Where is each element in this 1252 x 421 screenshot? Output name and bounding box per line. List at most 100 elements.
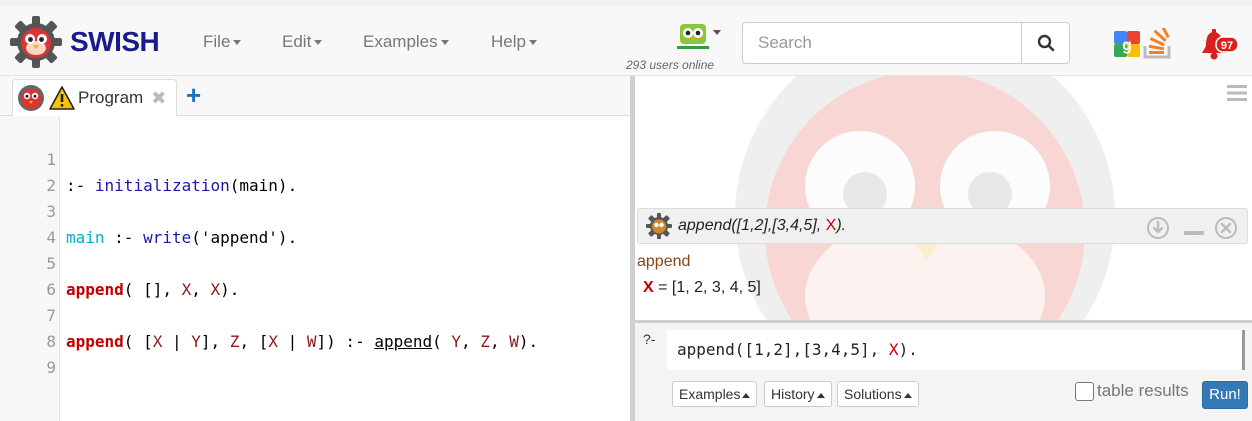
code-editor[interactable]: 1 :- initialization(main). 2 3 main :- w… bbox=[0, 116, 630, 421]
code-token: Y bbox=[191, 332, 201, 351]
program-pane: Program ✖ + 1 :- initialization(main). 2… bbox=[0, 76, 630, 421]
tab-program-label: Program bbox=[78, 88, 144, 107]
code-token: X bbox=[210, 280, 221, 299]
warning-icon bbox=[49, 86, 75, 110]
close-icon[interactable]: ✖ bbox=[151, 88, 166, 109]
code-token: Y bbox=[451, 332, 462, 351]
brand-name: SWISH bbox=[70, 26, 160, 57]
solutions-button[interactable]: Solutions bbox=[837, 381, 919, 407]
history-button-label: History bbox=[771, 386, 815, 402]
search-icon bbox=[1037, 34, 1054, 52]
code-token: W bbox=[306, 332, 317, 351]
google-icon[interactable]: g bbox=[1114, 31, 1140, 57]
table-results-label: table results bbox=[1097, 381, 1189, 400]
answer-output: append bbox=[637, 253, 691, 270]
code-token: Z bbox=[229, 332, 240, 351]
binding-var: X bbox=[643, 279, 654, 296]
brand[interactable]: SWISH bbox=[8, 14, 160, 70]
code-token: X bbox=[152, 332, 163, 351]
tab-program[interactable]: Program ✖ bbox=[12, 79, 177, 116]
download-icon[interactable] bbox=[1146, 216, 1170, 240]
code-token: (main). bbox=[229, 176, 298, 195]
hamburger-icon[interactable] bbox=[1227, 84, 1247, 102]
search-input[interactable] bbox=[743, 23, 1021, 63]
code-token: | bbox=[162, 332, 192, 351]
code-token: X bbox=[268, 332, 278, 351]
code-line: 5 append( [], X, X). bbox=[0, 225, 239, 299]
code-token: X bbox=[181, 280, 192, 299]
menu-help[interactable]: Help bbox=[491, 32, 537, 52]
chevron-up-icon bbox=[816, 392, 825, 398]
code-line: 4 bbox=[0, 199, 58, 247]
swish-logo-icon bbox=[10, 16, 62, 68]
minimize-icon[interactable] bbox=[1182, 216, 1206, 240]
code-token: , bbox=[489, 332, 510, 351]
query-text: append([1,2],[3,4,5], bbox=[677, 340, 889, 359]
chevron-down-icon bbox=[233, 40, 242, 46]
chevron-down-icon bbox=[314, 40, 323, 46]
code-token: ], bbox=[200, 332, 230, 351]
code-line: 7 append( [X | Y], Z, [X | W]) :- append… bbox=[0, 277, 538, 351]
plus-icon[interactable]: + bbox=[186, 82, 201, 108]
swish-avatar-icon bbox=[18, 85, 44, 111]
table-results-checkbox[interactable] bbox=[1075, 381, 1094, 401]
query-var: X bbox=[888, 340, 899, 359]
answer-query: append([1,2],[3,4,5], X). bbox=[678, 217, 846, 235]
answer-query-text: append([1,2],[3,4,5], bbox=[678, 217, 826, 234]
code-token: , bbox=[461, 332, 481, 351]
code-token: append bbox=[66, 280, 124, 299]
menu-edit-label: Edit bbox=[282, 32, 312, 51]
examples-button[interactable]: Examples bbox=[672, 381, 758, 407]
answer-header: append([1,2],[3,4,5], X). bbox=[637, 208, 1248, 244]
bell-icon[interactable]: 97 bbox=[1200, 28, 1240, 67]
search-button[interactable] bbox=[1021, 23, 1069, 63]
menu-edit[interactable]: Edit bbox=[282, 32, 323, 52]
code-line: 8 bbox=[0, 303, 58, 351]
menu-examples[interactable]: Examples bbox=[363, 32, 449, 52]
stackoverflow-icon[interactable] bbox=[1142, 28, 1176, 60]
gear-icon bbox=[646, 213, 672, 239]
menu-examples-label: Examples bbox=[363, 32, 438, 51]
answer-query-var: X bbox=[825, 217, 837, 234]
tab-bar: Program ✖ + bbox=[0, 76, 630, 116]
line-number: 9 bbox=[46, 358, 56, 377]
results-pane: append([1,2],[3,4,5], X). append X = [1,… bbox=[635, 76, 1252, 421]
table-results-toggle[interactable]: table results bbox=[1075, 381, 1189, 401]
chevron-down-icon bbox=[440, 40, 449, 46]
owl-icon bbox=[677, 24, 709, 49]
menu-file[interactable]: File bbox=[203, 32, 242, 52]
code-line: 9 bbox=[0, 329, 58, 377]
answer-binding: X = [1, 2, 3, 4, 5] bbox=[643, 279, 761, 297]
chevron-down-icon bbox=[713, 30, 721, 35]
code-token: append bbox=[374, 332, 433, 351]
query-input[interactable]: append([1,2],[3,4,5], X). bbox=[667, 330, 1245, 370]
code-line: 1 :- initialization(main). bbox=[0, 121, 297, 195]
code-token: write bbox=[143, 228, 192, 247]
answer-query-end: ). bbox=[836, 217, 847, 234]
query-prompt: ?- bbox=[643, 331, 656, 347]
code-token: , bbox=[191, 280, 211, 299]
chevron-up-icon bbox=[742, 392, 751, 398]
notification-count: 97 bbox=[1221, 40, 1233, 52]
history-button[interactable]: History bbox=[764, 381, 832, 407]
code-line: 3 main :- write('append'). bbox=[0, 173, 297, 247]
code-token: , [ bbox=[239, 332, 269, 351]
examples-button-label: Examples bbox=[679, 386, 741, 402]
run-button[interactable]: Run! bbox=[1202, 381, 1248, 409]
code-token: Z bbox=[480, 332, 490, 351]
code-token: append bbox=[66, 332, 124, 351]
code-token: ]) :- bbox=[316, 332, 375, 351]
code-token: :- bbox=[104, 228, 144, 247]
query-area: ?- append([1,2],[3,4,5], X). Examples Hi… bbox=[635, 320, 1252, 421]
code-token: ( bbox=[432, 332, 452, 351]
user-presence[interactable]: 293 users online bbox=[620, 20, 732, 76]
code-token: ( [], bbox=[123, 280, 182, 299]
menu-file-label: File bbox=[203, 32, 231, 51]
binding-value: = [1, 2, 3, 4, 5] bbox=[653, 279, 761, 296]
code-token: ). bbox=[220, 280, 240, 299]
code-token: ( [ bbox=[123, 332, 153, 351]
close-icon[interactable] bbox=[1214, 216, 1238, 240]
solutions-button-label: Solutions bbox=[844, 386, 902, 402]
code-token: ). bbox=[518, 332, 539, 351]
code-token: W bbox=[509, 332, 519, 351]
